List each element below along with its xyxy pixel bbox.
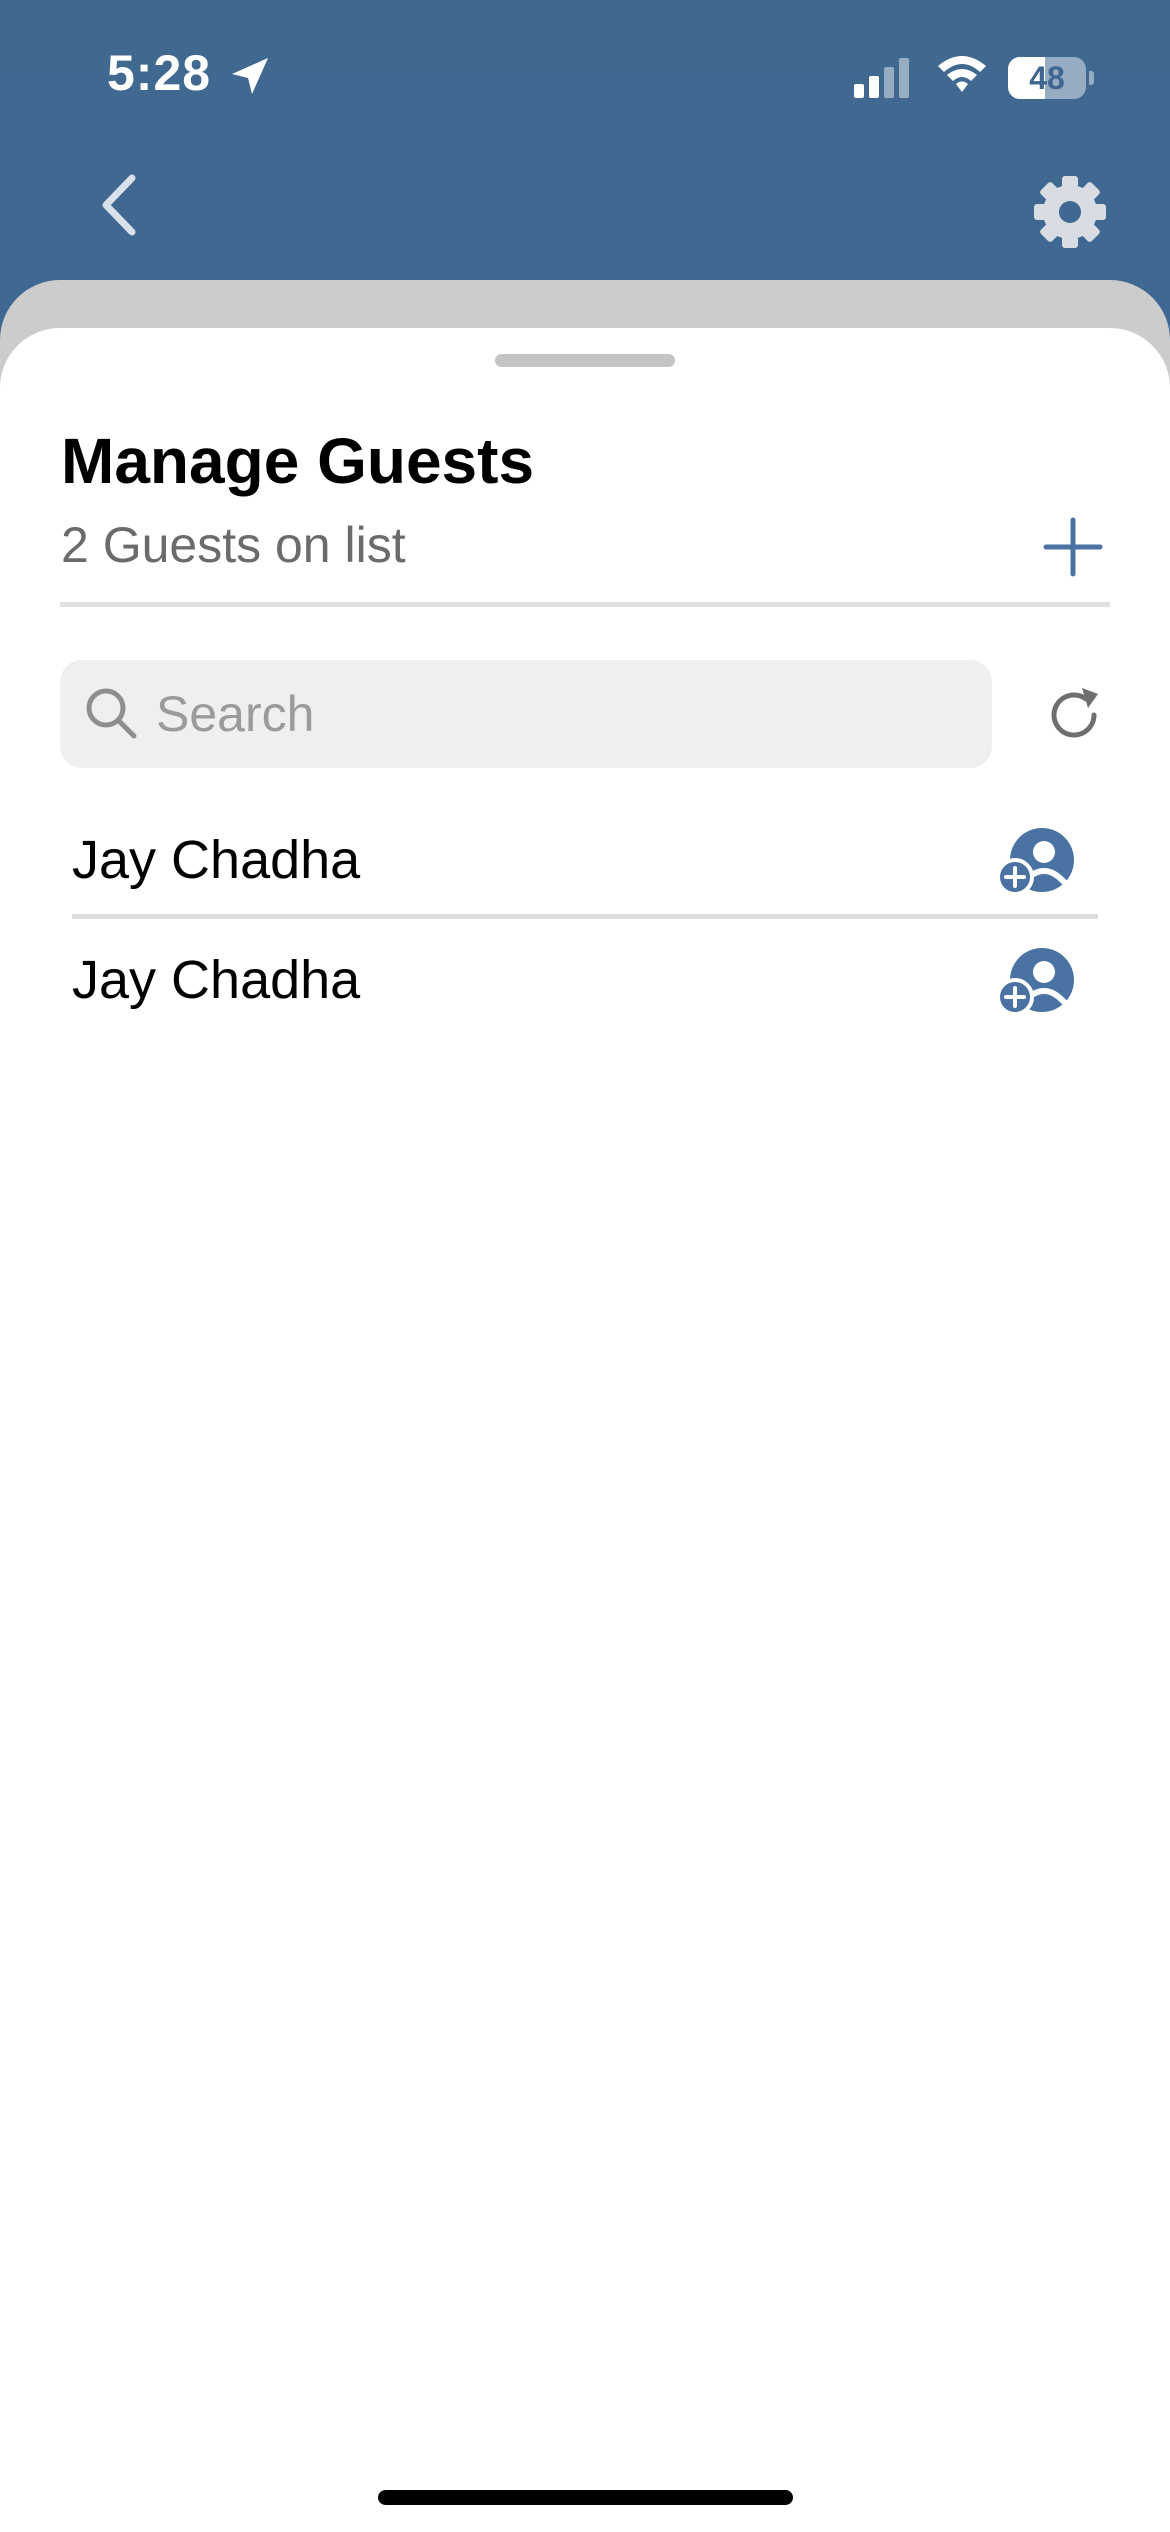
page-title: Manage Guests [61,425,535,497]
battery-level: 48 [1029,60,1065,96]
settings-button[interactable] [1030,172,1110,252]
cellular-signal-icon [854,58,914,103]
add-person-icon[interactable] [996,826,1078,896]
add-person-icon[interactable] [996,946,1078,1016]
status-bar: 5:28 48 [0,0,1170,150]
battery-indicator: 48 [1008,57,1094,99]
guest-list: Jay Chadha Jay Chadha [0,798,1170,1038]
gear-icon [1034,176,1106,248]
header-divider [60,602,1110,607]
guest-name: Jay Chadha [72,950,361,1010]
status-time: 5:28 [107,45,212,101]
search-input[interactable]: Search [60,660,992,768]
guest-name: Jay Chadha [72,830,361,890]
manage-guests-sheet: Manage Guests 2 Guests on list Search Ja… [0,328,1170,2532]
list-item[interactable]: Jay Chadha [0,798,1170,919]
plus-icon [1043,517,1103,577]
refresh-icon [1051,688,1098,738]
back-button[interactable] [92,170,152,240]
location-arrow-icon [228,54,272,103]
search-icon [82,684,142,749]
add-guest-button[interactable] [1040,514,1106,580]
home-indicator[interactable] [378,2490,793,2505]
guest-count-text: 2 Guests on list [61,517,406,573]
sheet-grabber[interactable] [495,354,675,367]
chevron-left-icon [102,174,136,236]
refresh-button[interactable] [1042,682,1108,748]
search-placeholder: Search [156,686,315,742]
wifi-icon [934,52,990,101]
list-item[interactable]: Jay Chadha [0,918,1170,1038]
